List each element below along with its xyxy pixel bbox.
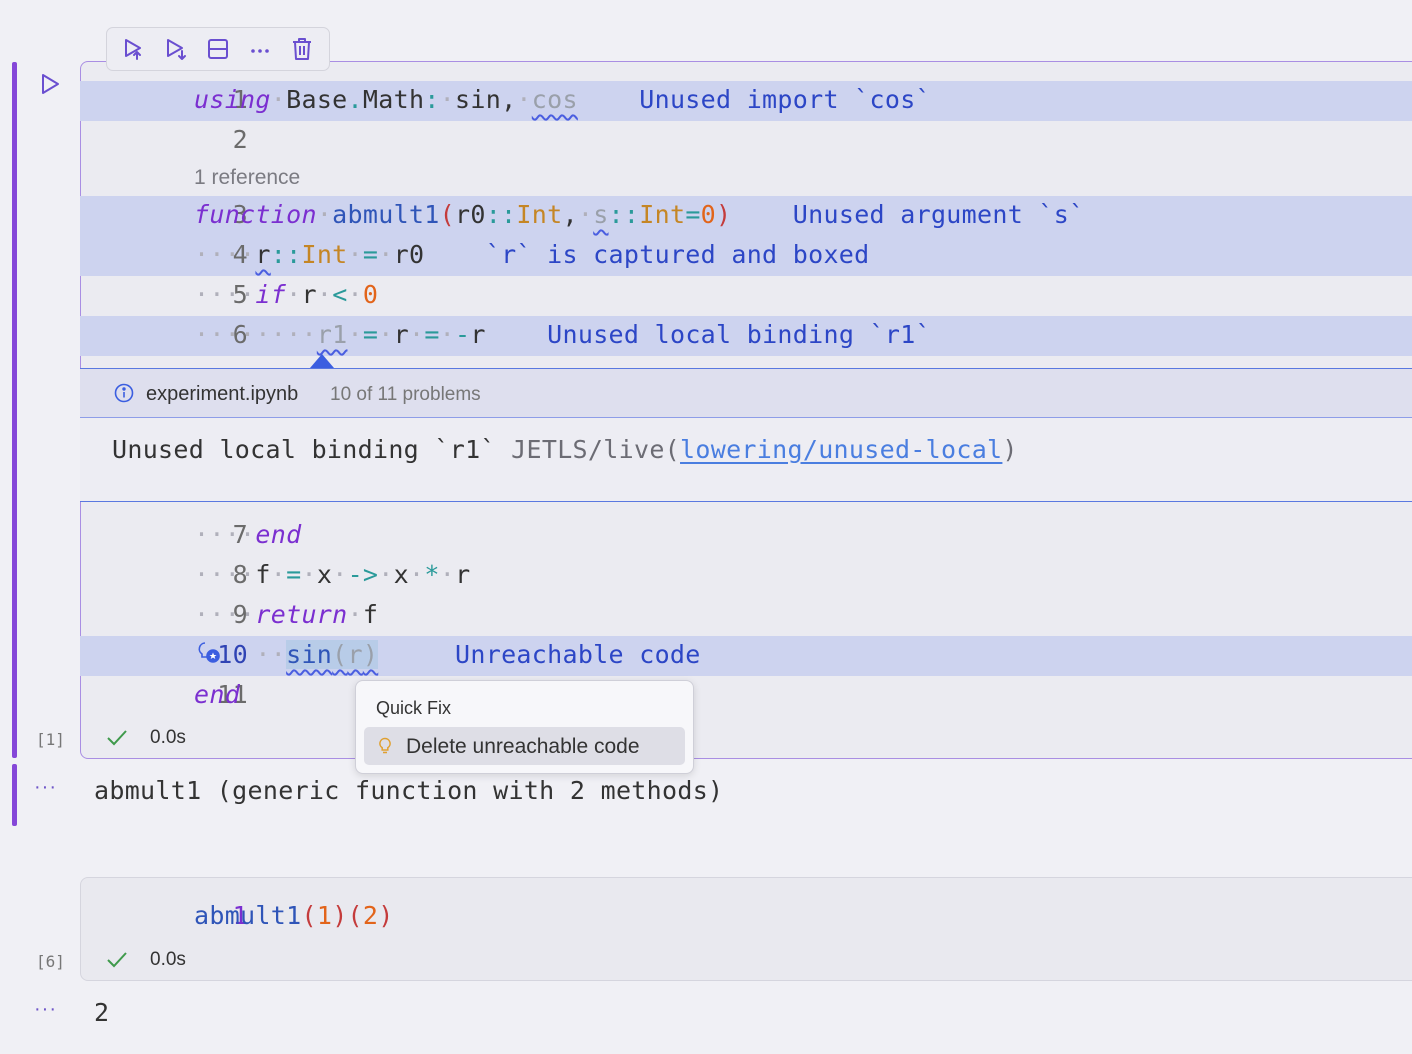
code-line-8[interactable]: 8 ····f·=·x·->·x·*·r	[80, 556, 1412, 596]
code-line-9[interactable]: 9 ····return·f	[80, 596, 1412, 636]
cell-focus-indicator	[12, 62, 17, 758]
output-more-icon[interactable]: ···	[34, 998, 57, 1021]
line-number: 2	[232, 125, 248, 154]
cell-output: abmult1 (generic function with 2 methods…	[94, 776, 724, 805]
code-line-11[interactable]: 11 end	[80, 676, 1412, 716]
execution-time: 0.0s	[150, 727, 186, 748]
peek-pointer	[310, 354, 334, 368]
code-line-2[interactable]: 2	[80, 121, 1412, 161]
code-line-10[interactable]: 10 ··sin(r) Unreachable code	[80, 636, 1412, 676]
code-line-6[interactable]: 6 ········r1·=·r·=·-r Unused local bindi…	[80, 316, 1412, 356]
execution-count: [1]	[36, 730, 65, 749]
quick-fix-title: Quick Fix	[376, 698, 452, 718]
code-line-1[interactable]: 1 abmult1(1)(2)	[80, 897, 1412, 937]
code-line-5[interactable]: 5 ····if·r·<·0	[80, 276, 1412, 316]
check-icon	[107, 952, 127, 968]
peek-header: experiment.ipynb 10 of 11 problems	[80, 369, 1412, 418]
peek-problem-count: 10 of 11 problems	[330, 384, 481, 405]
lightbulb-icon	[379, 737, 391, 754]
output-more-icon[interactable]: ···	[34, 776, 57, 799]
code-line-3[interactable]: 3 function·abmult1(r0::Int,·s::Int=0) Un…	[80, 196, 1412, 236]
info-icon	[114, 383, 134, 403]
run-cell-button[interactable]	[38, 72, 64, 98]
code-line-4[interactable]: 4 ····r::Int·=·r0 `r` is captured and bo…	[80, 236, 1412, 276]
execute-above-icon[interactable]	[119, 34, 149, 64]
problem-peek-widget: experiment.ipynb 10 of 11 problems Unuse…	[80, 368, 1412, 502]
quick-fix-label: Delete unreachable code	[406, 735, 640, 758]
diagnostic-captured-boxed: `r` is captured and boxed	[485, 240, 870, 269]
code-line-7[interactable]: 7 ····end	[80, 516, 1412, 556]
cell-status: 0.0s	[106, 949, 186, 971]
peek-file-name: experiment.ipynb	[146, 383, 299, 405]
rule-link[interactable]: lowering/unused-local	[680, 435, 1002, 464]
diagnostic-unused-import: Unused import `cos`	[639, 85, 931, 114]
quick-fix-menu: Quick Fix Delete unreachable code	[355, 680, 694, 774]
delete-cell-icon[interactable]	[287, 34, 317, 64]
output-focus-indicator	[12, 764, 17, 826]
execution-count: [6]	[36, 952, 65, 971]
peek-message: Unused local binding `r1` JETLS/live(low…	[112, 435, 1018, 464]
quick-fix-item[interactable]: Delete unreachable code	[364, 727, 685, 765]
execution-time: 0.0s	[150, 949, 186, 970]
execute-below-icon[interactable]	[161, 34, 191, 64]
code-line-1[interactable]: 1 using·Base.Math:·sin,·cos Unused impor…	[80, 81, 1412, 121]
cell-output: 2	[94, 998, 110, 1027]
split-cell-icon[interactable]	[203, 34, 233, 64]
diagnostic-unused-local: Unused local binding `r1`	[547, 320, 931, 349]
diagnostic-unused-argument: Unused argument `s`	[792, 200, 1085, 229]
more-actions-icon[interactable]	[245, 34, 275, 64]
codelens-references[interactable]: 1 reference	[194, 166, 300, 190]
diagnostic-unreachable: Unreachable code	[455, 640, 701, 669]
cell-status: 0.0s	[106, 727, 186, 749]
check-icon	[107, 730, 127, 746]
cell-toolbar	[106, 27, 330, 71]
